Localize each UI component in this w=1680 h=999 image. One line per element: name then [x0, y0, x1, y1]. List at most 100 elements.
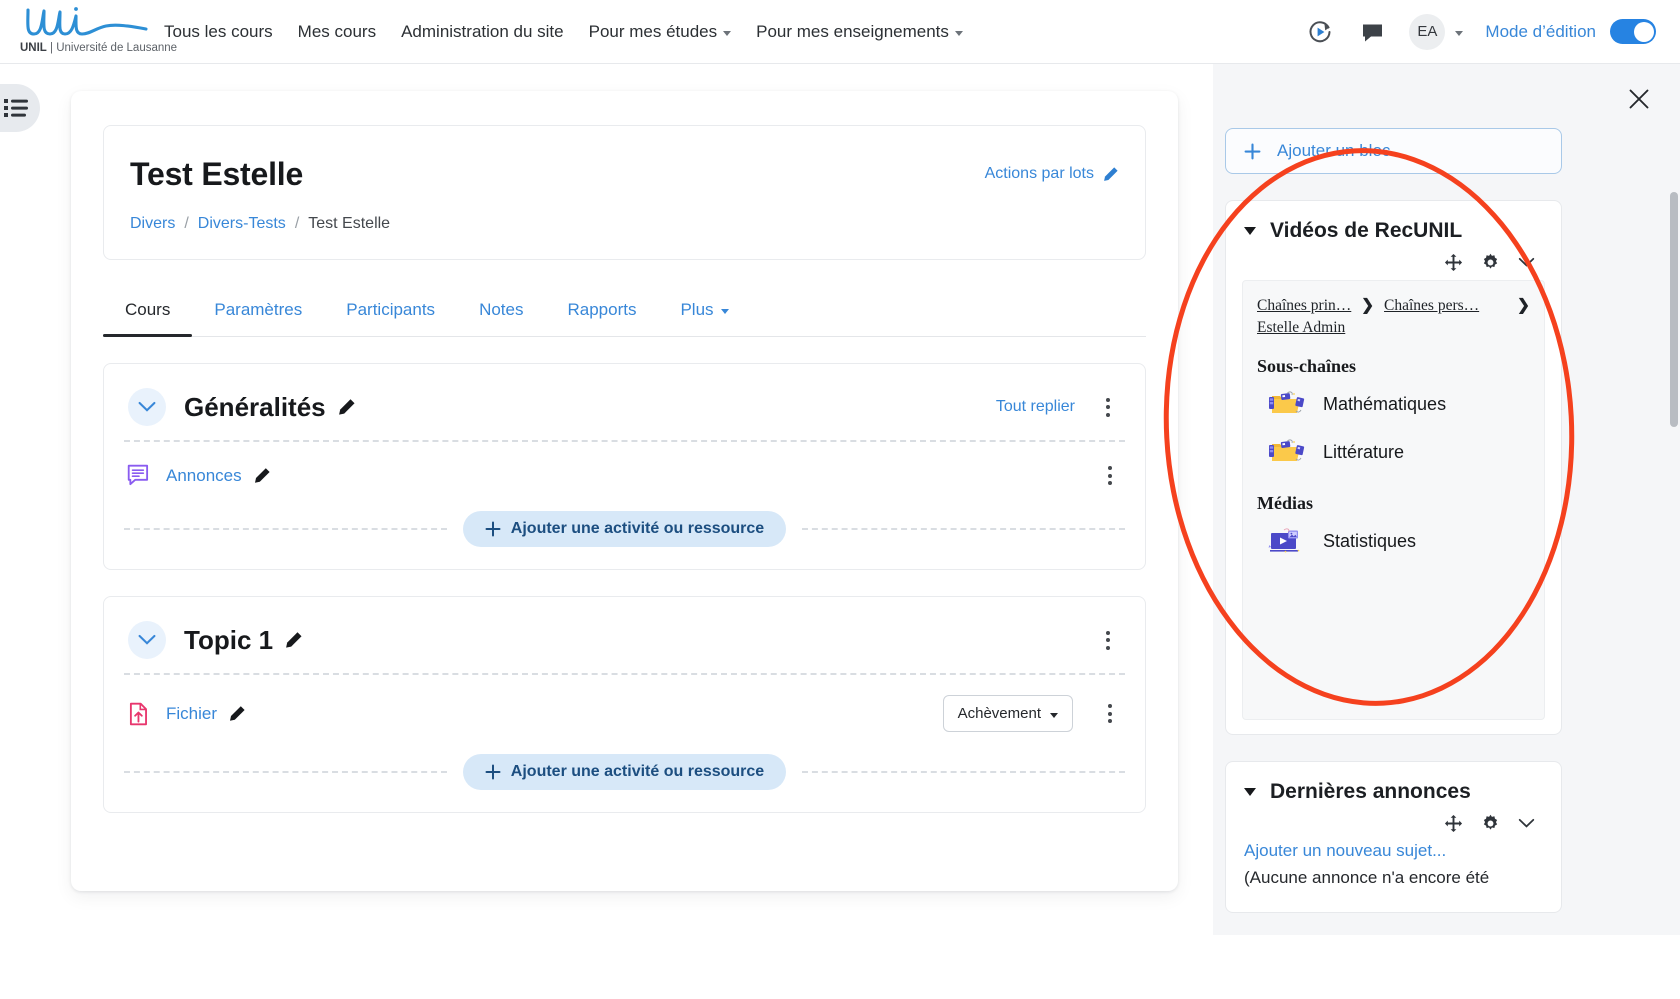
channel-breadcrumb-item-personnelles[interactable]: Chaînes pers…: [1384, 297, 1479, 314]
close-icon[interactable]: [1624, 84, 1654, 114]
tab-participants[interactable]: Participants: [324, 288, 457, 336]
file-resource-icon: [126, 701, 152, 727]
move-icon[interactable]: [1444, 814, 1463, 833]
divider: [124, 673, 1125, 675]
pencil-icon[interactable]: [284, 631, 303, 650]
block-controls: [1242, 808, 1545, 837]
gear-icon[interactable]: [1481, 814, 1500, 833]
activity-actions-menu[interactable]: [1097, 700, 1123, 727]
channel-item-statistiques[interactable]: Statistiques: [1257, 518, 1530, 566]
add-new-topic-link[interactable]: Ajouter un nouveau sujet...: [1244, 841, 1543, 861]
pencil-icon[interactable]: [253, 467, 271, 485]
block-list: Ajouter un bloc Vidéos de RecUNIL: [1225, 128, 1562, 913]
nav-item-pour-mes-etudes[interactable]: Pour mes études: [589, 22, 732, 42]
activity-link-fichier[interactable]: Fichier: [166, 704, 246, 724]
pencil-icon[interactable]: [228, 705, 246, 723]
nav-item-tous-les-cours[interactable]: Tous les cours: [164, 22, 273, 42]
edit-mode-switch[interactable]: Mode d’édition: [1485, 19, 1656, 44]
move-icon[interactable]: [1444, 253, 1463, 272]
gear-icon[interactable]: [1481, 253, 1500, 272]
page-scrollbar[interactable]: [1670, 134, 1678, 999]
tab-label: Participants: [346, 300, 435, 319]
tab-notes[interactable]: Notes: [457, 288, 545, 336]
chevron-down-icon[interactable]: [1244, 788, 1256, 796]
nav-item-label: Pour mes enseignements: [756, 22, 949, 42]
brand-logo[interactable]: UNIL | Université de Lausanne: [0, 0, 160, 64]
add-activity-row: Ajouter une activité ou ressource: [124, 754, 1125, 790]
recording-play-icon[interactable]: [1305, 17, 1335, 47]
channel-item-litterature[interactable]: Littérature: [1257, 429, 1530, 477]
chevron-down-icon[interactable]: [1244, 227, 1256, 235]
add-activity-label: Ajouter une activité ou ressource: [511, 763, 764, 781]
chevron-right-icon: ❯: [1361, 297, 1374, 314]
tab-cours[interactable]: Cours: [103, 288, 192, 336]
breadcrumb-separator: /: [295, 215, 299, 233]
chevron-down-icon: [1455, 31, 1463, 36]
nav-item-pour-mes-enseignements[interactable]: Pour mes enseignements: [756, 22, 963, 42]
channel-item-label: Mathématiques: [1323, 394, 1446, 415]
chevron-down-icon[interactable]: [1518, 818, 1535, 829]
add-block-button[interactable]: Ajouter un bloc: [1225, 128, 1562, 174]
tab-label: Cours: [125, 300, 170, 319]
chevron-down-icon: [723, 31, 731, 36]
chevron-right-icon: ❯: [1517, 295, 1530, 317]
block-content: Chaînes prin… ❯ Chaînes pers… ❯ Estelle …: [1242, 280, 1545, 720]
breadcrumb-item-divers-tests[interactable]: Divers-Tests: [198, 215, 286, 233]
user-menu[interactable]: EA: [1409, 14, 1463, 50]
tab-label: Paramètres: [214, 300, 302, 319]
channel-breadcrumb-item-principales[interactable]: Chaînes prin…: [1257, 297, 1351, 314]
block-title: Vidéos de RecUNIL: [1242, 217, 1545, 247]
divider: [802, 528, 1125, 530]
activity-row: Annonces: [124, 444, 1125, 507]
activity-actions-menu[interactable]: [1097, 462, 1123, 489]
section-collapse-toggle[interactable]: [128, 388, 166, 426]
video-media-icon: [1263, 527, 1307, 557]
tab-parametres[interactable]: Paramètres: [192, 288, 324, 336]
block-title-text: Vidéos de RecUNIL: [1270, 219, 1462, 243]
announcements-empty-text: (Aucune annonce n'a encore été: [1244, 867, 1543, 890]
tab-rapports[interactable]: Rapports: [545, 288, 658, 336]
avatar[interactable]: EA: [1409, 14, 1445, 50]
block-controls: [1242, 247, 1545, 276]
tab-plus[interactable]: Plus: [658, 288, 750, 336]
activity-row: Fichier Achèvement: [124, 677, 1125, 750]
nav-item-administration-du-site[interactable]: Administration du site: [401, 22, 564, 42]
chevron-down-icon: [955, 31, 963, 36]
breadcrumb-item-divers[interactable]: Divers: [130, 215, 175, 233]
divider: [124, 771, 447, 773]
add-activity-button[interactable]: Ajouter une activité ou ressource: [463, 511, 786, 547]
add-activity-button[interactable]: Ajouter une activité ou ressource: [463, 754, 786, 790]
list-icon: [4, 98, 28, 118]
plus-icon: [1244, 143, 1261, 160]
chevron-down-icon: [138, 401, 156, 413]
main-content-column: Test Estelle Actions par lots Divers / D…: [71, 91, 1178, 891]
block-dernieres-annonces: Dernières annonces Ajouter un nouveau su…: [1225, 761, 1562, 913]
edit-mode-toggle[interactable]: [1610, 19, 1656, 44]
bulk-actions-button[interactable]: Actions par lots: [985, 165, 1119, 183]
channel-breadcrumb-item-estelle-admin[interactable]: Estelle Admin: [1257, 319, 1345, 336]
collapse-all-button[interactable]: Tout replier: [996, 398, 1075, 416]
chat-bubble-icon[interactable]: [1357, 17, 1387, 47]
section-actions-menu[interactable]: [1095, 394, 1121, 421]
channel-item-mathematiques[interactable]: Mathématiques: [1257, 381, 1530, 429]
course-section-generalites: Généralités Tout replier Annonces: [103, 363, 1146, 570]
pencil-icon[interactable]: [337, 398, 356, 417]
section-actions-menu[interactable]: [1095, 627, 1121, 654]
breadcrumb: Divers / Divers-Tests / Test Estelle: [130, 215, 1119, 233]
achievement-dropdown[interactable]: Achèvement: [943, 695, 1073, 732]
activity-link-annonces[interactable]: Annonces: [166, 466, 271, 486]
nav-item-label: Pour mes études: [589, 22, 718, 42]
nav-item-label: Administration du site: [401, 22, 564, 42]
chevron-down-icon: [721, 309, 729, 314]
section-collapse-toggle[interactable]: [128, 621, 166, 659]
channel-group-heading-medias: Médias: [1257, 493, 1530, 514]
chevron-down-icon[interactable]: [1518, 257, 1535, 268]
breadcrumb-separator: /: [184, 215, 188, 233]
course-header: Test Estelle Actions par lots Divers / D…: [103, 125, 1146, 260]
scrollbar-thumb[interactable]: [1670, 192, 1678, 427]
nav-item-mes-cours[interactable]: Mes cours: [298, 22, 376, 42]
brand-tagline-rest: | Université de Lausanne: [47, 42, 177, 54]
pencil-icon: [1102, 166, 1119, 183]
video-folder-icon: [1263, 438, 1307, 468]
page-title: Test Estelle: [130, 156, 303, 193]
